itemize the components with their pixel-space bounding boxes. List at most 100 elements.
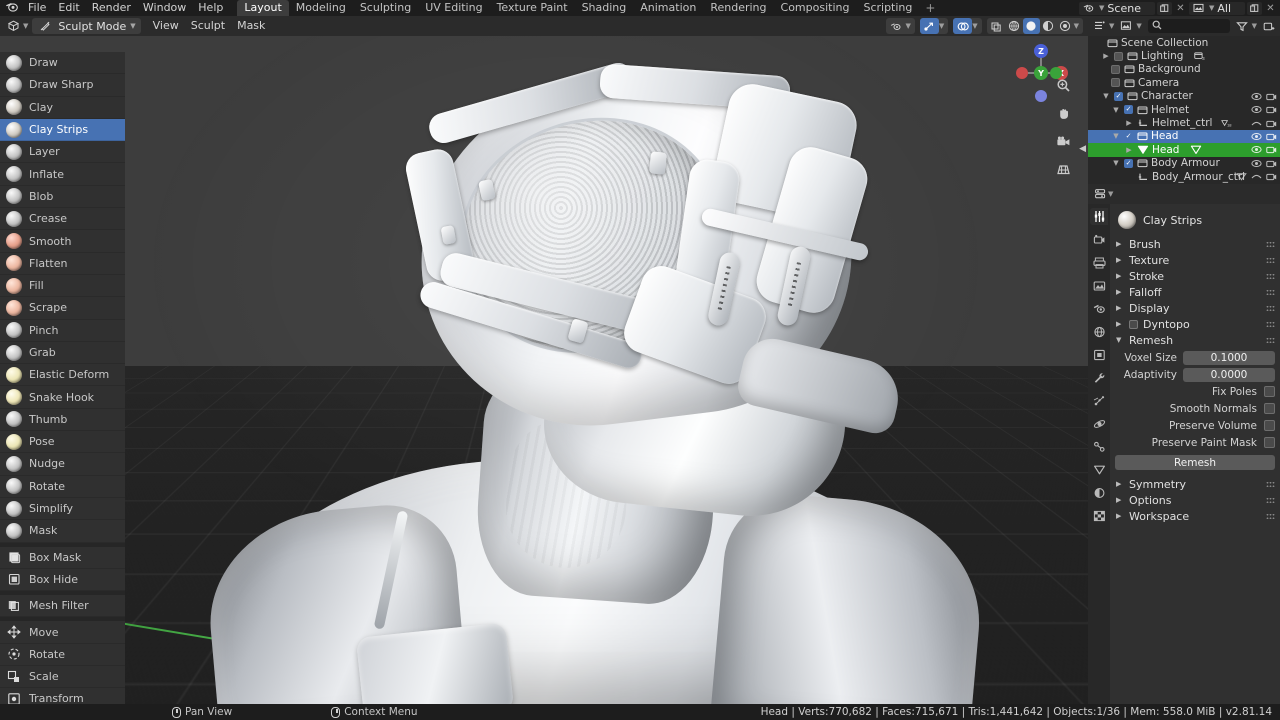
workspace-tab-texture-paint[interactable]: Texture Paint (490, 0, 575, 16)
tool-scale[interactable]: Scale (0, 666, 125, 689)
outliner-row-head-object[interactable]: ▶ Head (1088, 143, 1280, 157)
fix-poles-toggle[interactable]: Fix Poles (1115, 384, 1275, 399)
tool-draw-sharp[interactable]: Draw Sharp (0, 74, 125, 97)
panel-drag-grip[interactable] (1266, 480, 1275, 488)
expand-toggle[interactable]: ▶ (1101, 52, 1111, 60)
object-type-visibility-group[interactable]: ▼ (886, 18, 915, 34)
menu-render[interactable]: Render (86, 0, 137, 16)
outliner-row-head-collection[interactable]: ▼ ✓ Head (1088, 129, 1280, 144)
overlays-chevron-down-icon[interactable]: ▼ (972, 22, 977, 30)
object-properties-tab[interactable] (1090, 346, 1108, 363)
solid-shading-icon[interactable] (1022, 18, 1040, 34)
toggle-checkbox[interactable] (1264, 420, 1275, 431)
tool-smooth[interactable]: Smooth (0, 230, 125, 253)
eye-icon[interactable] (1251, 104, 1262, 115)
expand-toggle[interactable]: ▶ (1124, 146, 1134, 154)
workspace-tab-compositing[interactable]: Compositing (774, 0, 857, 16)
menu-edit[interactable]: Edit (52, 0, 85, 16)
expand-toggle[interactable]: ▼ (1111, 106, 1121, 114)
overlays-toggle-group[interactable]: ▼ (953, 18, 982, 34)
tool-box-hide[interactable]: Box Hide (0, 569, 125, 592)
tool-inflate[interactable]: Inflate (0, 163, 125, 186)
preserve-volume-toggle[interactable]: Preserve Volume (1115, 418, 1275, 433)
active-brush-row[interactable]: Clay Strips (1110, 208, 1280, 236)
editor-type-chevron-down-icon[interactable]: ▼ (23, 22, 28, 30)
tool-transform[interactable]: Transform (0, 688, 125, 704)
particle-properties-tab[interactable] (1090, 392, 1108, 409)
search-input[interactable] (1147, 19, 1230, 33)
show-gizmo-icon[interactable] (919, 18, 939, 34)
sidebar-collapse-icon[interactable]: ◀ (1079, 144, 1086, 154)
view-layer-selector[interactable]: ▼ All (1188, 1, 1245, 15)
tool-draw[interactable]: Draw (0, 52, 125, 75)
render-properties-tab[interactable] (1090, 231, 1108, 248)
collection-checkbox[interactable]: ✓ (1114, 91, 1123, 101)
panel-workspace[interactable]: ▶ Workspace (1110, 508, 1280, 524)
workspace-tab-scripting[interactable]: Scripting (856, 0, 919, 16)
camera-icon[interactable] (1266, 91, 1277, 102)
new-view-layer-button[interactable] (1247, 1, 1262, 15)
new-collection-icon[interactable] (1261, 18, 1277, 34)
workspace-tab-sculpting[interactable]: Sculpting (353, 0, 418, 16)
curve-modifier-icon[interactable] (1251, 118, 1262, 129)
tool-box-mask[interactable]: Box Mask (0, 547, 125, 569)
viewport-menu-view[interactable]: View (147, 18, 185, 34)
adaptivity-field[interactable]: Adaptivity 0.0000 (1115, 367, 1275, 382)
tool-simplify[interactable]: Simplify (0, 498, 125, 521)
mode-selector[interactable]: Sculpt Mode ▼ (32, 18, 141, 34)
curve-modifier-icon[interactable] (1251, 171, 1262, 182)
panel-drag-grip[interactable] (1266, 288, 1275, 296)
outliner-row-helmet-ctrl[interactable]: ▶ Helmet_ctrl 18 (1088, 116, 1280, 129)
panel-symmetry[interactable]: ▶ Symmetry (1110, 476, 1280, 492)
view-layer-properties-tab[interactable] (1090, 277, 1108, 294)
outliner-row-character[interactable]: ▼ ✓ Character (1088, 90, 1280, 103)
object-data-properties-tab[interactable] (1090, 461, 1108, 478)
panel-drag-grip[interactable] (1266, 336, 1275, 344)
tool-nudge[interactable]: Nudge (0, 453, 125, 476)
workspace-tab-modeling[interactable]: Modeling (289, 0, 353, 16)
material-properties-tab[interactable] (1090, 484, 1108, 501)
expand-toggle[interactable]: ▼ (1111, 132, 1121, 140)
panel-drag-grip[interactable] (1266, 256, 1275, 264)
voxel-size-field[interactable]: Voxel Size 0.1000 (1115, 350, 1275, 365)
outliner-display-mode-chevron-down-icon[interactable]: ▼ (1109, 22, 1114, 30)
tool-fill[interactable]: Fill (0, 275, 125, 298)
material-preview-shading-icon[interactable] (1040, 18, 1057, 34)
expand-toggle[interactable]: ▶ (1124, 119, 1134, 127)
object-visibility-chevron-down-icon[interactable]: ▼ (905, 22, 910, 30)
tool-snake-hook[interactable]: Snake Hook (0, 386, 125, 409)
workspace-tab-rendering[interactable]: Rendering (703, 0, 773, 16)
panel-texture[interactable]: ▶ Texture (1110, 252, 1280, 268)
modifier-properties-tab[interactable] (1090, 369, 1108, 386)
outliner-row-lighting[interactable]: ▶ Lighting 3 (1088, 49, 1280, 62)
editor-type-3d-viewport-icon[interactable] (4, 18, 23, 34)
collection-checkbox[interactable]: ✓ (1124, 105, 1133, 115)
collection-checkbox[interactable]: ✓ (1124, 158, 1133, 168)
eye-icon[interactable] (1251, 131, 1262, 142)
tool-pose[interactable]: Pose (0, 431, 125, 454)
tool-flatten[interactable]: Flatten (0, 253, 125, 275)
outliner-row-body-armour[interactable]: ▼ ✓ Body Armour (1088, 157, 1280, 170)
gizmo-axis-z[interactable]: Z (1034, 44, 1048, 58)
panel-drag-grip[interactable] (1266, 320, 1275, 328)
tool-mesh-filter[interactable]: Mesh Filter (0, 595, 125, 618)
camera-icon[interactable] (1266, 158, 1277, 169)
toggle-checkbox[interactable] (1264, 386, 1275, 397)
panel-remesh[interactable]: ▼ Remesh (1110, 332, 1280, 348)
zoom-view-icon[interactable] (1054, 76, 1072, 94)
gizmo-axis-y[interactable]: Y (1034, 66, 1048, 80)
eye-icon[interactable] (1251, 91, 1262, 102)
panel-drag-grip[interactable] (1266, 304, 1275, 312)
preserve-paint-mask-toggle[interactable]: Preserve Paint Mask (1115, 435, 1275, 450)
outliner-row-helmet[interactable]: ▼ ✓ Helmet (1088, 103, 1280, 116)
panel-drag-grip[interactable] (1266, 240, 1275, 248)
camera-icon[interactable] (1266, 104, 1277, 115)
panel-stroke[interactable]: ▶ Stroke (1110, 268, 1280, 284)
toggle-checkbox[interactable] (1264, 437, 1275, 448)
tool-thumb[interactable]: Thumb (0, 409, 125, 432)
collection-checkbox[interactable] (1111, 78, 1120, 88)
tool-rotate[interactable]: Rotate (0, 644, 125, 667)
scene-properties-tab[interactable] (1090, 300, 1108, 317)
viewport-menu-mask[interactable]: Mask (231, 18, 271, 34)
tool-elastic-deform[interactable]: Elastic Deform (0, 364, 125, 387)
